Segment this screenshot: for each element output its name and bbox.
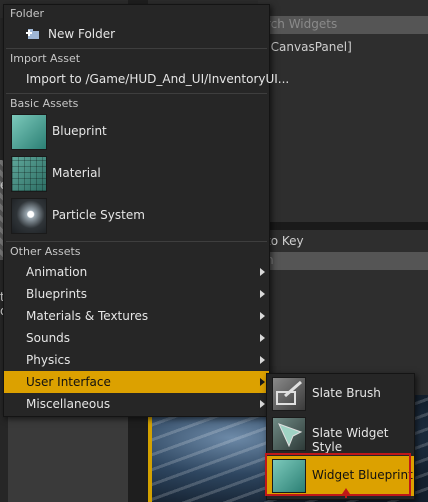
- blueprint-icon: [11, 114, 47, 150]
- slate-widget-style-item[interactable]: Slate Widget Style: [267, 414, 414, 454]
- blueprints-label: Blueprints: [26, 287, 88, 301]
- submenu-arrow-icon: [260, 356, 265, 364]
- submenu-arrow-icon: [260, 334, 265, 342]
- add-new-context-menu: Folder New Folder Import Asset Import to…: [3, 4, 289, 417]
- material-icon: [11, 156, 47, 192]
- widget-blueprint-highlight: [265, 453, 411, 496]
- style-glyph-icon: [278, 423, 303, 448]
- brush-glyph-icon: [276, 380, 302, 405]
- miscellaneous-label: Miscellaneous: [26, 397, 111, 411]
- search-widgets-hint: rch Widgets: [266, 17, 338, 31]
- submenu-user-interface[interactable]: User Interface: [4, 371, 269, 393]
- slate-brush-item[interactable]: Slate Brush: [267, 374, 414, 414]
- submenu-physics[interactable]: Physics: [4, 349, 269, 371]
- mouse-cursor-icon: [342, 488, 350, 498]
- import-to-item[interactable]: Import to /Game/HUD_And_UI/InventoryUI..…: [4, 68, 289, 90]
- search-widgets-field[interactable]: rch Widgets: [262, 16, 428, 34]
- submenu-arrow-icon: [260, 400, 265, 408]
- separator: [6, 93, 267, 94]
- separator: [6, 48, 267, 49]
- import-to-label: Import to /Game/HUD_And_UI/InventoryUI..…: [26, 72, 290, 86]
- material-label: Material: [52, 166, 101, 180]
- slate-brush-label: Slate Brush: [312, 386, 381, 400]
- section-other-assets: Other Assets: [10, 245, 81, 258]
- slate-widget-style-label: Slate Widget Style: [312, 426, 389, 454]
- submenu-arrow-icon: [260, 378, 265, 386]
- submenu-arrow-icon: [260, 312, 265, 320]
- details-search-field[interactable]: h: [262, 252, 428, 270]
- physics-label: Physics: [26, 353, 71, 367]
- slate-widget-style-icon: [272, 417, 306, 451]
- materials-textures-label: Materials & Textures: [26, 309, 149, 323]
- material-item[interactable]: Material: [7, 154, 269, 194]
- blueprint-label: Blueprint: [52, 124, 107, 138]
- particle-system-item[interactable]: Particle System: [7, 196, 269, 236]
- new-folder-label: New Folder: [48, 27, 116, 41]
- blueprint-item[interactable]: Blueprint: [7, 112, 269, 152]
- submenu-arrow-icon: [260, 290, 265, 298]
- new-folder-icon: [26, 29, 39, 39]
- submenu-miscellaneous[interactable]: Miscellaneous: [4, 393, 269, 415]
- particle-system-label: Particle System: [52, 208, 145, 222]
- submenu-blueprints[interactable]: Blueprints: [4, 283, 269, 305]
- submenu-animation[interactable]: Animation: [4, 261, 269, 283]
- panel-divider: [258, 222, 428, 230]
- submenu-materials-textures[interactable]: Materials & Textures: [4, 305, 269, 327]
- section-folder: Folder: [10, 7, 44, 20]
- to-key-label: to Key: [266, 234, 304, 248]
- section-basic-assets: Basic Assets: [10, 97, 79, 110]
- animation-label: Animation: [26, 265, 88, 279]
- canvas-panel-node[interactable]: [CanvasPanel]: [266, 40, 352, 54]
- user-interface-label: User Interface: [26, 375, 111, 389]
- submenu-sounds[interactable]: Sounds: [4, 327, 269, 349]
- new-folder-item[interactable]: New Folder: [4, 23, 269, 45]
- slate-brush-icon: [272, 377, 306, 411]
- submenu-arrow-icon: [260, 268, 265, 276]
- section-import: Import Asset: [10, 52, 81, 65]
- sounds-label: Sounds: [26, 331, 71, 345]
- separator: [6, 241, 267, 242]
- particle-system-icon: [11, 198, 47, 234]
